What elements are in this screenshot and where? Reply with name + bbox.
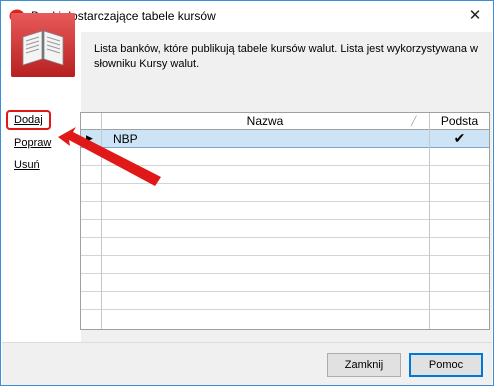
column-header-name[interactable]: Nazwa bbox=[101, 113, 429, 129]
close-window-button[interactable]: ✕ bbox=[463, 4, 487, 26]
help-button[interactable]: Pomoc bbox=[409, 353, 483, 377]
button-bar: Zamknij Pomoc bbox=[2, 342, 492, 385]
delete-link[interactable]: Usuń bbox=[14, 159, 40, 171]
table-row[interactable] bbox=[81, 310, 489, 328]
bank-name-cell: NBP bbox=[113, 131, 138, 146]
table-row[interactable] bbox=[81, 238, 489, 256]
table-row[interactable] bbox=[81, 292, 489, 310]
add-link[interactable]: Dodaj bbox=[14, 114, 43, 126]
column-divider bbox=[429, 113, 430, 329]
close-button[interactable]: Zamknij bbox=[327, 353, 401, 377]
table-row[interactable] bbox=[81, 166, 489, 184]
edit-link[interactable]: Popraw bbox=[14, 137, 51, 149]
checkmark-icon: ✔ bbox=[453, 130, 466, 146]
description-text: Lista banków, które publikują tabele kur… bbox=[94, 43, 478, 70]
table-row[interactable]: ▶ NBP ✔ bbox=[81, 130, 489, 148]
book-icon bbox=[11, 13, 75, 77]
close-icon: ✕ bbox=[468, 7, 482, 24]
table-row[interactable] bbox=[81, 148, 489, 166]
table-row[interactable] bbox=[81, 202, 489, 220]
table-row[interactable] bbox=[81, 184, 489, 202]
column-divider bbox=[101, 113, 102, 329]
row-indicator-icon: ▶ bbox=[86, 133, 93, 143]
table-row[interactable] bbox=[81, 274, 489, 292]
table-row[interactable] bbox=[81, 220, 489, 238]
banks-grid[interactable]: Nazwa ╱ Podsta ▶ NBP ✔ bbox=[80, 112, 490, 330]
table-row[interactable] bbox=[81, 256, 489, 274]
dialog-window: CT Banki dostarczające tabele kursów ✕ L… bbox=[0, 0, 494, 386]
column-header-default[interactable]: Podsta bbox=[430, 113, 489, 129]
grid-header: Nazwa ╱ Podsta bbox=[81, 113, 489, 130]
sort-indicator-icon: ╱ bbox=[411, 116, 417, 126]
